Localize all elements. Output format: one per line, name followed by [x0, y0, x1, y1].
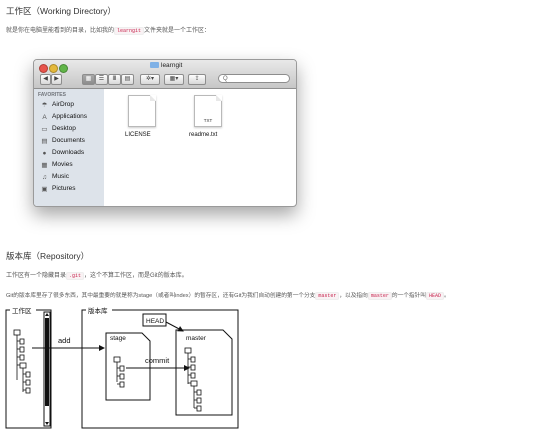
stage-folder: [105, 332, 151, 401]
stage-label: stage: [110, 335, 126, 342]
workspace-scrollbar-thumb: [45, 318, 49, 406]
git-areas-diagram: 工作区 版本库 stage master HEAD add commit: [5, 306, 239, 429]
commit-label: commit: [145, 356, 170, 365]
add-label: add: [58, 336, 71, 345]
master-folder: [175, 329, 233, 416]
workspace-label: 工作区: [12, 306, 32, 315]
master-label: master: [186, 335, 207, 342]
repository-label: 版本库: [88, 306, 108, 315]
head-label: HEAD: [146, 318, 164, 325]
